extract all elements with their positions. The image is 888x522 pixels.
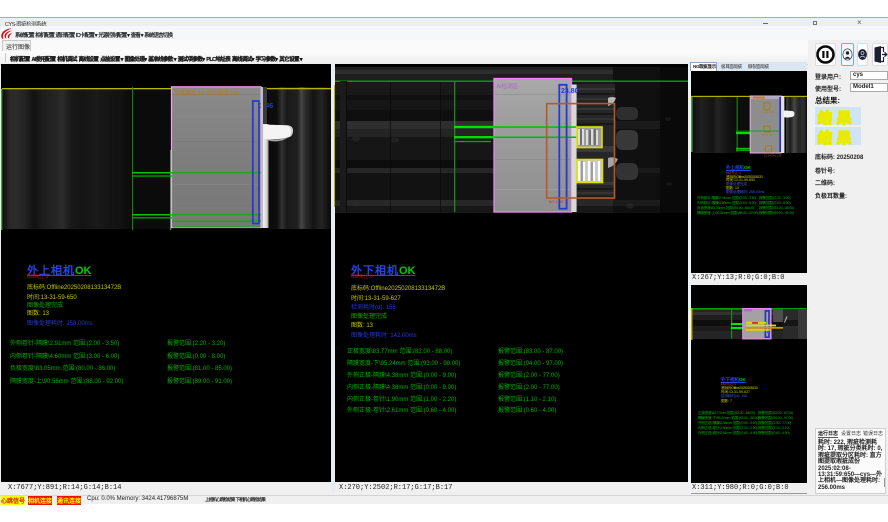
svg-text:12.3 47.4x;1.35: 12.3 47.4x;1.35	[764, 155, 782, 158]
svg-text:13.08 3.6: 13.08 3.6	[762, 134, 773, 137]
svg-text:AI检测区: AI检测区	[497, 82, 519, 90]
svg-text:23.80: 23.80	[561, 88, 579, 95]
svg-text:12.65 32.4: 12.65 32.4	[762, 111, 774, 114]
svg-text:灰度阈值:93, 动态阈值:100: 灰度阈值:93, 动态阈值:100	[174, 89, 239, 97]
svg-text:NG 1.35: NG 1.35	[549, 199, 565, 204]
